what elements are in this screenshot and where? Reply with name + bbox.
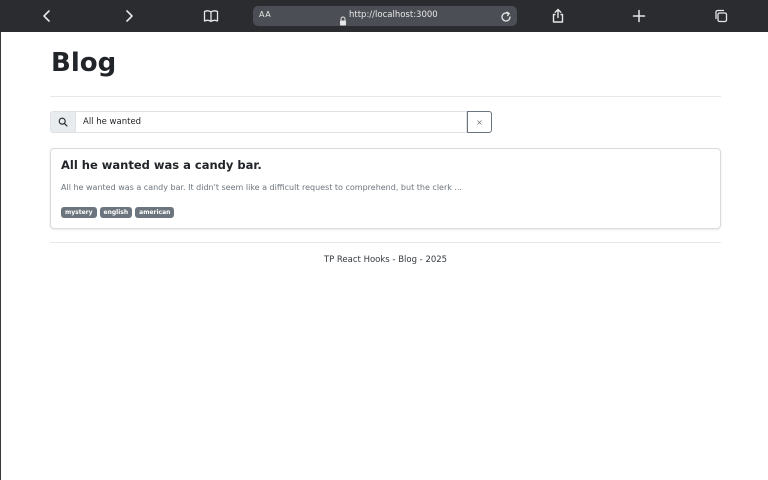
tabs-icon[interactable] <box>709 4 733 28</box>
book-icon[interactable] <box>199 4 223 28</box>
browser-toolbar: AA http://localhost:3000 <box>0 0 768 32</box>
post-tags: mystery english american <box>61 207 175 218</box>
tag-badge: english <box>99 207 133 218</box>
reload-icon[interactable] <box>499 9 513 23</box>
text-size-button[interactable]: AA <box>259 10 271 19</box>
url-text[interactable]: http://localhost:3000 <box>349 10 438 20</box>
clear-search-button[interactable]: × <box>467 111 492 133</box>
plus-icon[interactable] <box>627 4 651 28</box>
share-icon[interactable] <box>546 4 570 28</box>
address-bar[interactable]: AA http://localhost:3000 <box>253 6 517 26</box>
page-viewport: Blog × All he wanted was a candy bar. Al… <box>0 32 768 480</box>
search-input[interactable] <box>75 111 467 133</box>
chevron-left-icon[interactable] <box>35 4 59 28</box>
tag-badge: mystery <box>61 207 97 218</box>
post-title[interactable]: All he wanted was a candy bar. <box>61 158 262 172</box>
lock-icon <box>339 11 347 26</box>
title-divider <box>50 96 721 97</box>
post-excerpt: All he wanted was a candy bar. It didn't… <box>61 183 463 192</box>
tag-badge: american <box>135 207 175 218</box>
chevron-right-icon[interactable] <box>117 4 141 28</box>
page-title: Blog <box>51 48 117 78</box>
footer-divider <box>50 242 721 243</box>
search-group: × <box>50 111 492 133</box>
search-icon <box>50 111 75 133</box>
post-card[interactable]: All he wanted was a candy bar. All he wa… <box>50 148 721 229</box>
footer-text: TP React Hooks - Blog - 2025 <box>323 255 448 265</box>
